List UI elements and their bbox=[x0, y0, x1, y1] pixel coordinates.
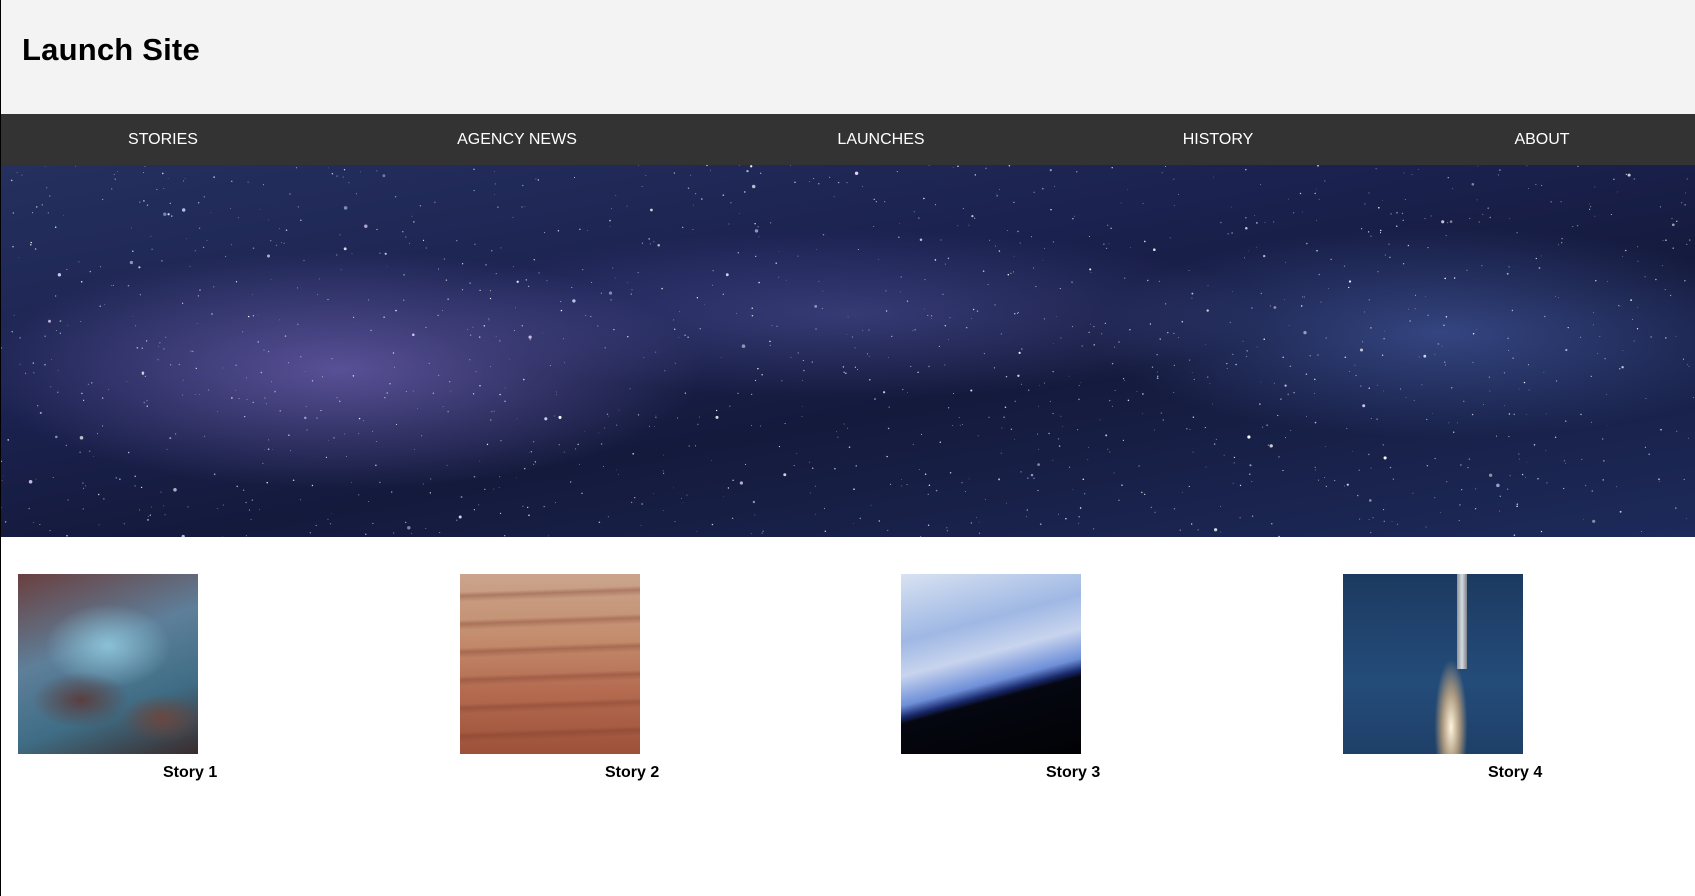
story-caption[interactable]: Story 4 bbox=[1488, 764, 1542, 782]
nebula-image[interactable] bbox=[18, 574, 198, 754]
rocket-launch-image[interactable] bbox=[1343, 574, 1523, 754]
story-caption[interactable]: Story 3 bbox=[1046, 764, 1100, 782]
earth-horizon-image[interactable] bbox=[901, 574, 1081, 754]
nav-item-launches[interactable]: LAUNCHES bbox=[837, 114, 924, 165]
nav-item-about[interactable]: ABOUT bbox=[1514, 114, 1569, 165]
starfield bbox=[1, 165, 1695, 537]
hero-banner-milky-way-image bbox=[1, 165, 1695, 537]
story-caption[interactable]: Story 1 bbox=[163, 764, 217, 782]
stories-grid: Story 1 Story 2 Story 3 Story 4 bbox=[1, 537, 1695, 896]
site-title[interactable]: Launch Site bbox=[22, 32, 200, 68]
nav-item-stories[interactable]: STORIES bbox=[128, 114, 198, 165]
site-header: Launch Site bbox=[1, 0, 1695, 114]
story-caption[interactable]: Story 2 bbox=[605, 764, 659, 782]
nav-item-agency-news[interactable]: AGENCY NEWS bbox=[457, 114, 577, 165]
rocket-icon bbox=[1457, 574, 1467, 669]
main-nav: STORIES AGENCY NEWS LAUNCHES HISTORY ABO… bbox=[1, 114, 1695, 165]
page: Launch Site STORIES AGENCY NEWS LAUNCHES… bbox=[0, 0, 1695, 896]
nav-item-history[interactable]: HISTORY bbox=[1183, 114, 1254, 165]
desert-landscape-image[interactable] bbox=[460, 574, 640, 754]
